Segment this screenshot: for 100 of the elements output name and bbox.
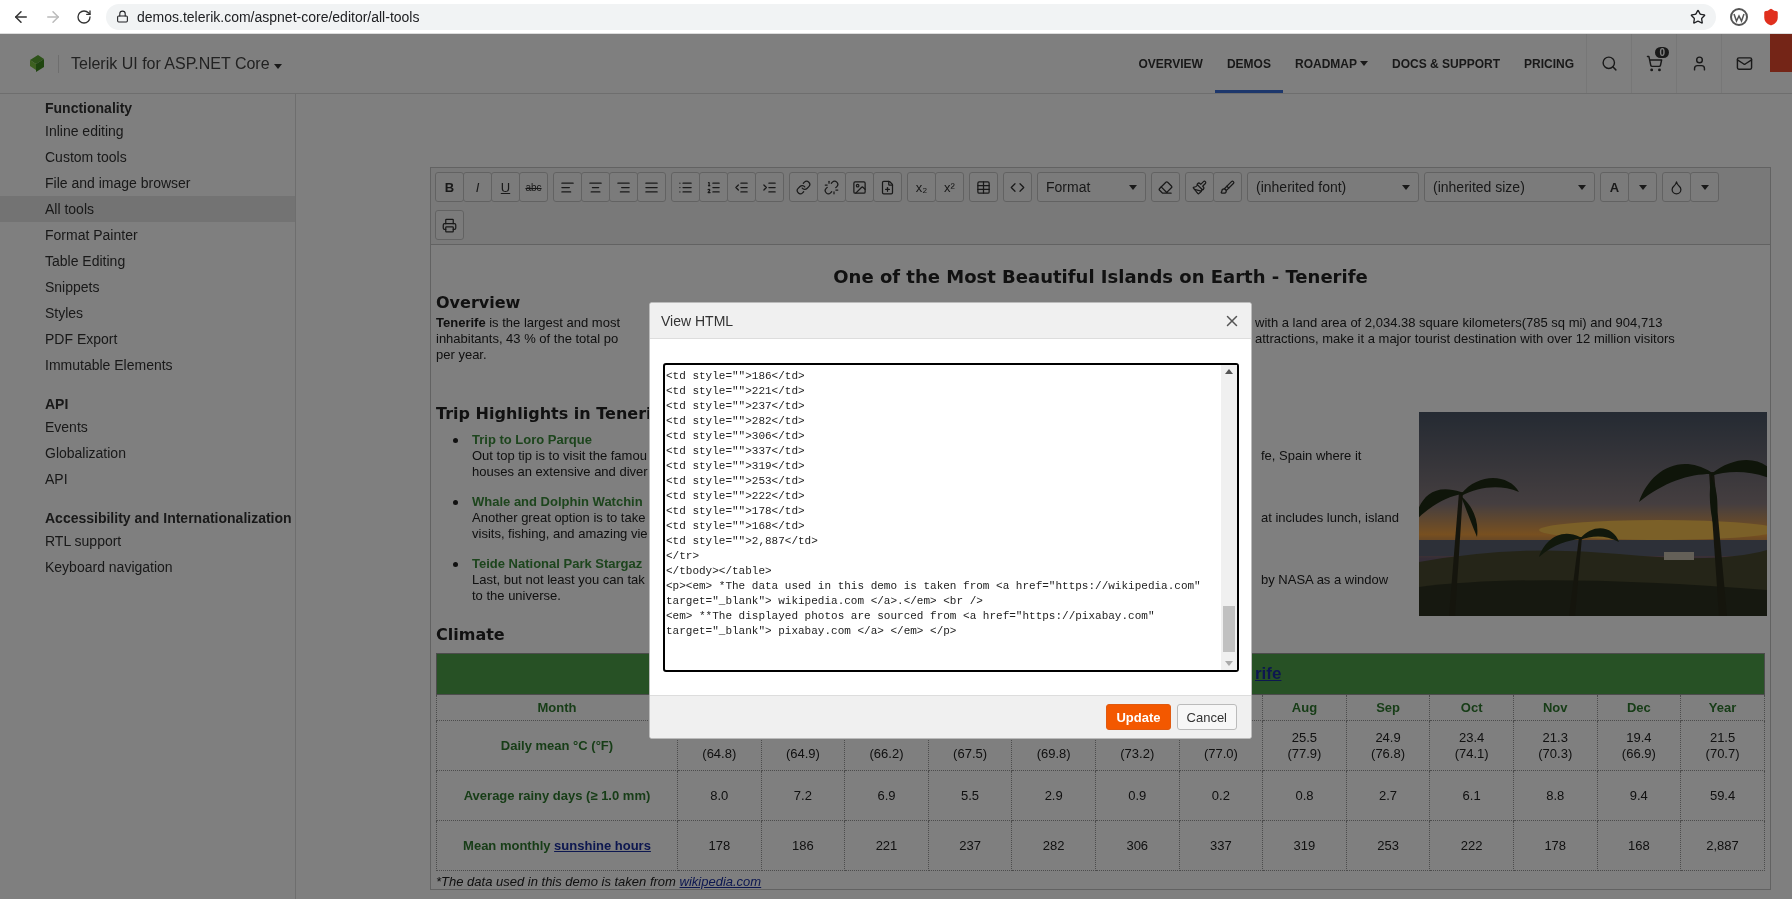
outdent-icon [734, 179, 749, 195]
footnote-link[interactable]: wikipedia.com [679, 874, 762, 889]
sidebar-item[interactable]: Snippets [0, 274, 295, 300]
bullet-list-icon [678, 179, 693, 195]
section-heading: Trip Highlights in Teneri [436, 406, 652, 422]
row-label-link[interactable]: sunshine hours [554, 837, 651, 853]
table-cell: 237 [928, 820, 1012, 871]
code-line: <td style="">282</td> [666, 414, 806, 429]
size-dropdown[interactable]: (inherited size) [1424, 172, 1595, 202]
dropdown-button[interactable] [1690, 172, 1719, 202]
image-icon [852, 179, 867, 195]
column-header: Nov [1513, 694, 1598, 721]
sidebar-item[interactable]: Table Editing [0, 248, 295, 274]
star-icon [1690, 8, 1706, 25]
sidebar-item[interactable]: All tools [0, 196, 295, 222]
bullet-list-button[interactable] [671, 172, 700, 202]
align-justify-icon [644, 179, 659, 195]
sidebar-heading: Accessibility and Internationalization [44, 509, 293, 528]
table-cell: 2.7 [1346, 770, 1430, 821]
scroll-down-icon[interactable] [1225, 661, 1233, 666]
sidebar-item[interactable]: Events [0, 414, 295, 440]
indent-button[interactable] [755, 172, 784, 202]
format-dropdown[interactable]: Format [1037, 172, 1146, 202]
nav-link[interactable]: DEMOS [1214, 34, 1283, 93]
clean-format-button[interactable] [1151, 172, 1180, 202]
image-button[interactable] [845, 172, 874, 202]
numbered-list-button[interactable] [699, 172, 728, 202]
scroll-up-icon[interactable] [1225, 369, 1233, 374]
background-color-button[interactable] [1662, 172, 1691, 202]
product-title[interactable]: Telerik UI for ASP.NET Core [58, 54, 283, 73]
table-cell: 282 [1011, 820, 1096, 871]
table-icon [976, 179, 991, 195]
sidebar-item[interactable]: Globalization [0, 440, 295, 466]
link-icon [796, 179, 811, 195]
align-right-icon [616, 179, 631, 195]
unlink-button[interactable] [817, 172, 846, 202]
table-button[interactable] [969, 172, 998, 202]
brush-button[interactable] [1213, 172, 1242, 202]
link-button[interactable] [789, 172, 818, 202]
sidebar-item[interactable]: PDF Export [0, 326, 295, 352]
code-line: <p><em> *The data used in this demo is taken from <a href="https://wikipedia.com" [666, 579, 1202, 594]
outdent-button[interactable] [727, 172, 756, 202]
format-button[interactable]: U [491, 172, 520, 202]
font-color-button[interactable]: A [1600, 172, 1629, 202]
column-header: Year [1680, 694, 1765, 721]
format-button[interactable]: I [463, 172, 492, 202]
table-cell: 186 [761, 820, 845, 871]
table-cell: 178 [1513, 820, 1598, 871]
section-heading: Overview [436, 295, 521, 311]
sidebar-item[interactable]: Keyboard navigation [0, 554, 295, 580]
paragraph-text: Tenerife is the largest and most [436, 315, 621, 331]
dropdown-button[interactable] [1628, 172, 1657, 202]
sidebar-item[interactable]: API [0, 466, 295, 492]
view-html-button[interactable] [1003, 172, 1032, 202]
format-painter-button[interactable] [1185, 172, 1214, 202]
address-bar[interactable]: demos.telerik.com/aspnet-core/editor/all-tools [106, 3, 1716, 30]
table-cell: 19.4 (66.9) [1597, 720, 1681, 771]
file-add-button[interactable] [873, 172, 902, 202]
cart-button[interactable]: 0 [1631, 34, 1676, 93]
sidebar-item[interactable]: Format Painter [0, 222, 295, 248]
format-button[interactable]: abc [519, 172, 548, 202]
update-button[interactable]: Update [1106, 704, 1171, 730]
format-button[interactable]: B [435, 172, 464, 202]
code-line: <em> **The displayed photos are sourced from <a href="https://pixabay.com" [666, 609, 1156, 624]
nav-link[interactable]: OVERVIEW [1126, 34, 1215, 93]
align-left-button[interactable] [553, 172, 582, 202]
align-justify-button[interactable] [637, 172, 666, 202]
align-right-button[interactable] [609, 172, 638, 202]
sidebar-item[interactable]: File and image browser [0, 170, 295, 196]
caret-icon [1700, 184, 1709, 190]
caret-icon [1402, 184, 1410, 190]
scrollbar-thumb[interactable] [1223, 606, 1235, 652]
html-source-field[interactable] [663, 363, 1239, 672]
sidebar-item[interactable]: Styles [0, 300, 295, 326]
font-dropdown[interactable]: (inherited font) [1247, 172, 1419, 202]
script-button[interactable]: x² [935, 172, 964, 202]
sidebar-item[interactable]: Custom tools [0, 144, 295, 170]
nav-link[interactable]: ROADMAP [1282, 34, 1380, 93]
table-cell: 8.0 [677, 770, 762, 821]
highlight-text: at includes lunch, island [1261, 510, 1400, 526]
cancel-button[interactable]: Cancel [1176, 704, 1237, 730]
row-label: Average rainy days (≥ 1.0 mm) [436, 770, 678, 821]
table-cell: 168 [1597, 820, 1681, 871]
sidebar-item[interactable]: Immutable Elements [0, 352, 295, 378]
table-cell: 253 [1346, 820, 1430, 871]
highlight-text: to the universe. [472, 588, 562, 604]
nav-link[interactable]: DOCS & SUPPORT [1379, 34, 1512, 93]
align-center-button[interactable] [581, 172, 610, 202]
highlight-title: Whale and Dolphin Watchin [472, 494, 643, 510]
print-button[interactable] [435, 210, 464, 240]
scrollbar[interactable] [1221, 365, 1237, 670]
script-button[interactable]: x₂ [907, 172, 936, 202]
reload-icon [76, 8, 92, 25]
nav-link[interactable]: PRICING [1512, 34, 1586, 93]
highlight-text: Another great option is to take [472, 510, 647, 526]
eraser-icon [1158, 179, 1173, 195]
sidebar-item[interactable]: Inline editing [0, 118, 295, 144]
sidebar-item[interactable]: RTL support [0, 528, 295, 554]
caret-icon [1578, 184, 1586, 190]
column-header: Dec [1597, 694, 1681, 721]
